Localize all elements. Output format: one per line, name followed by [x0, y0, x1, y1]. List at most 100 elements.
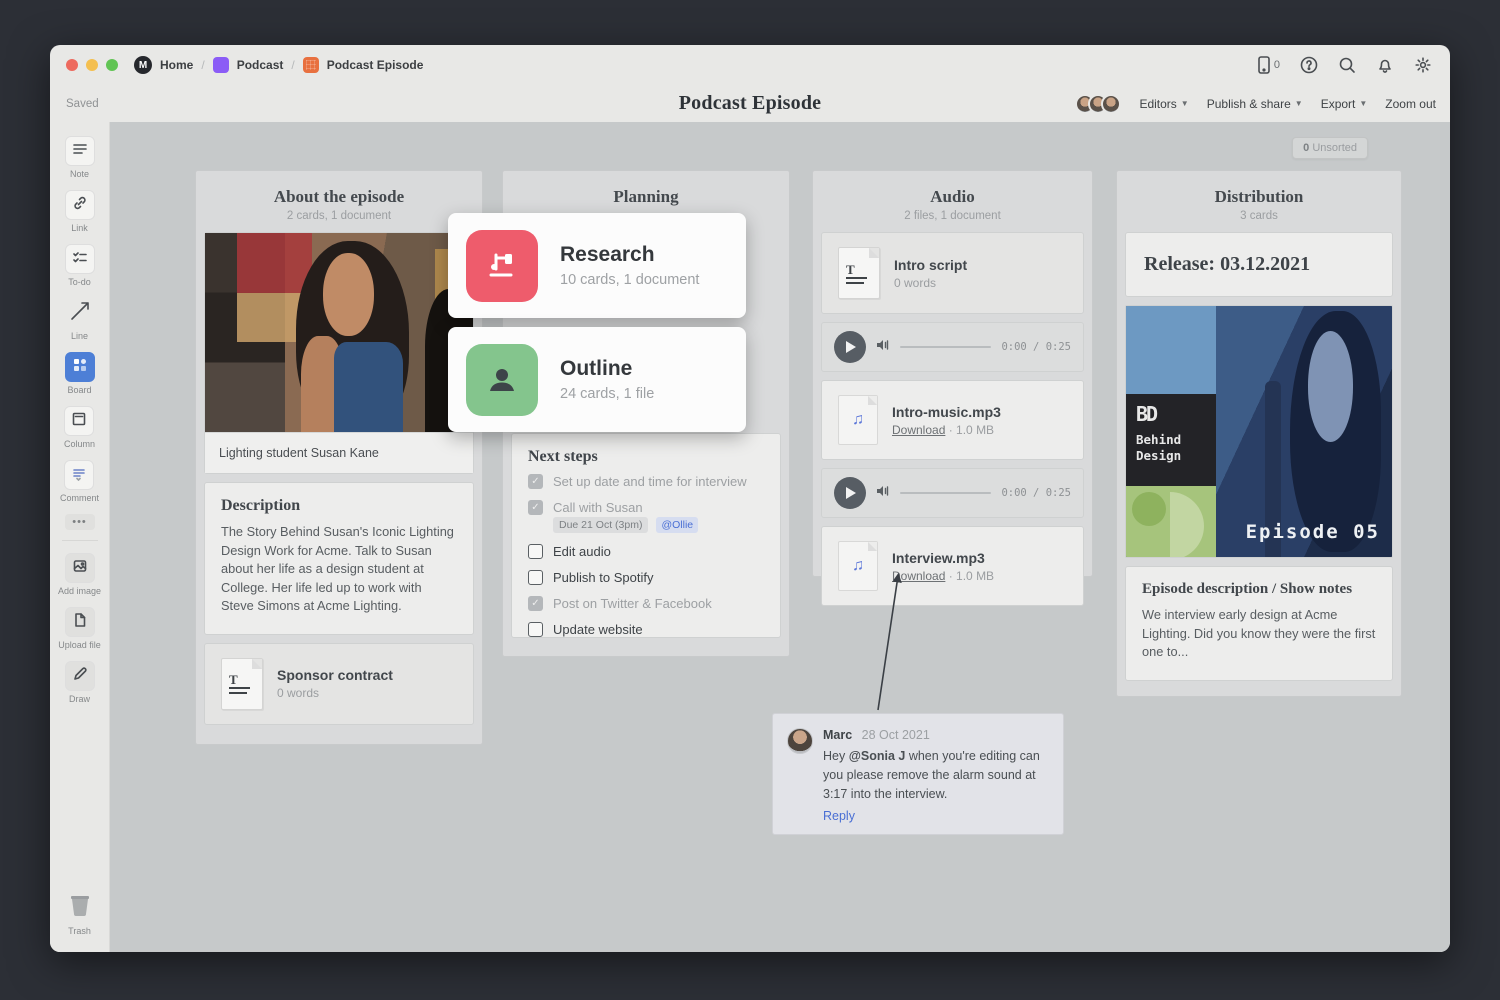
more-tools-button[interactable]: ••• [65, 514, 95, 530]
image-card-susan[interactable]: Lighting student Susan Kane [204, 232, 474, 474]
due-date-badge: Due 21 Oct (3pm) [553, 517, 648, 533]
note-card-release[interactable]: Release: 03.12.2021 [1125, 232, 1393, 297]
settings-gear-icon[interactable] [1414, 56, 1432, 74]
breadcrumb-home[interactable]: Home [160, 58, 193, 72]
sidebar-item-line[interactable]: Line [65, 298, 95, 341]
file-size: 1.0 MB [956, 569, 994, 583]
todo-icon [72, 249, 88, 270]
breadcrumb-separator: / [291, 58, 294, 72]
sidebar-item-comment[interactable]: Comment [60, 460, 99, 503]
add-image-icon [72, 558, 88, 579]
notifications-bell-icon[interactable] [1376, 56, 1394, 74]
sidebar-item-draw[interactable]: Draw [65, 661, 95, 704]
checkbox-checked[interactable]: ✓ [528, 474, 543, 489]
sidebar-item-column[interactable]: Column [64, 406, 95, 449]
download-link[interactable]: Download [892, 423, 945, 437]
note-card-show-notes[interactable]: Episode description / Show notes We inte… [1125, 566, 1393, 681]
traffic-lights[interactable] [66, 59, 118, 71]
checkbox-unchecked[interactable] [528, 544, 543, 559]
sidebar-item-link[interactable]: Link [65, 190, 95, 233]
volume-icon[interactable] [876, 338, 890, 357]
trash-icon [67, 892, 93, 923]
editors-menu[interactable]: Editors▼ [1139, 97, 1188, 111]
seek-bar[interactable] [900, 346, 991, 348]
seek-bar[interactable] [900, 492, 991, 494]
image-caption: Lighting student Susan Kane [205, 433, 473, 473]
reply-link[interactable]: Reply [823, 809, 1049, 823]
sidebar-item-board[interactable]: Board [65, 352, 95, 395]
player-time: 0:00 / 0:25 [1001, 341, 1071, 353]
column-subtitle: 2 files, 1 document [821, 210, 1084, 222]
document-meta: 0 words [277, 686, 393, 700]
todo-item[interactable]: ✓ Set up date and time for interview [528, 474, 764, 489]
board-header: Saved Podcast Episode Editors▼ Publish &… [50, 85, 1450, 122]
todo-item[interactable]: ✓ Post on Twitter & Facebook [528, 596, 764, 611]
app-logo-icon[interactable]: M [134, 56, 152, 74]
board-card-outline[interactable]: Outline 24 cards, 1 file [448, 327, 746, 432]
column-about-episode[interactable]: About the episode 2 cards, 1 document Li… [195, 170, 483, 745]
comment-author: Marc [823, 728, 852, 742]
play-button[interactable] [834, 331, 866, 363]
help-icon[interactable] [1300, 56, 1318, 74]
comment-card[interactable]: Marc 28 Oct 2021 Hey @Sonia J when you'r… [772, 713, 1064, 835]
connector-arrow[interactable] [865, 562, 925, 712]
person-icon [466, 344, 538, 416]
board-card-subtitle: 24 cards, 1 file [560, 386, 654, 402]
checkbox-unchecked[interactable] [528, 622, 543, 637]
zoom-out-button[interactable]: Zoom out [1385, 97, 1436, 111]
audio-player-interview[interactable]: 0:00 / 0:25 [821, 468, 1084, 518]
device-count: 0 [1274, 59, 1280, 71]
note-card-description[interactable]: Description The Story Behind Susan's Ico… [204, 482, 474, 635]
checkbox-unchecked[interactable] [528, 570, 543, 585]
publish-share-menu[interactable]: Publish & share▼ [1207, 97, 1303, 111]
todo-item[interactable]: Update website [528, 622, 764, 637]
board-card-subtitle: 10 cards, 1 document [560, 272, 699, 288]
sidebar-item-note[interactable]: Note [65, 136, 95, 179]
comment-mention[interactable]: @Sonia J [849, 749, 906, 763]
board-card-title: Outline [560, 357, 654, 381]
board-canvas[interactable]: 0 Unsorted About the episode 2 cards, 1 … [110, 122, 1450, 952]
sidebar-item-upload-file[interactable]: Upload file [58, 607, 101, 650]
sidebar-item-todo[interactable]: To-do [65, 244, 95, 287]
breadcrumb-podcast[interactable]: Podcast [237, 58, 284, 72]
episode-artwork[interactable]: Episode 05 BD Behind Design [1125, 305, 1393, 558]
todo-item[interactable]: Edit audio [528, 544, 764, 559]
app-window: M Home / Podcast / Podcast Episode 0 [50, 45, 1450, 952]
sidebar-item-add-image[interactable]: Add image [58, 553, 101, 596]
maximize-window-button[interactable] [106, 59, 118, 71]
device-sync-indicator[interactable]: 0 [1257, 56, 1280, 74]
todo-item[interactable]: ✓ Call with Susan [528, 500, 764, 515]
file-card-interview[interactable]: ♫ Interview.mp3 Download · 1.0 MB [821, 526, 1084, 606]
note-body: We interview early design at Acme Lighti… [1142, 606, 1376, 662]
audio-player-intro[interactable]: 0:00 / 0:25 [821, 322, 1084, 372]
board-card-research[interactable]: Research 10 cards, 1 document [448, 213, 746, 318]
breadcrumb-episode[interactable]: Podcast Episode [327, 58, 424, 72]
unsorted-badge[interactable]: 0 Unsorted [1292, 137, 1368, 159]
checkbox-checked[interactable]: ✓ [528, 500, 543, 515]
column-audio[interactable]: Audio 2 files, 1 document T Intro script… [812, 170, 1093, 577]
comment-icon [71, 465, 87, 486]
sidebar-item-trash[interactable]: Trash [67, 892, 93, 936]
minimize-window-button[interactable] [86, 59, 98, 71]
avatar-marc [787, 728, 813, 754]
susan-photo [205, 233, 473, 433]
document-card-sponsor-contract[interactable]: T Sponsor contract 0 words [204, 643, 474, 725]
column-distribution[interactable]: Distribution 3 cards Release: 03.12.2021… [1116, 170, 1402, 697]
editor-avatars[interactable] [1075, 94, 1121, 114]
file-card-intro-music[interactable]: ♫ Intro-music.mp3 Download · 1.0 MB [821, 380, 1084, 460]
todo-card-next-steps[interactable]: Next steps ✓ Set up date and time for in… [511, 433, 781, 638]
column-subtitle: 3 cards [1125, 210, 1393, 222]
release-date: Release: 03.12.2021 [1144, 253, 1374, 276]
player-time: 0:00 / 0:25 [1001, 487, 1071, 499]
document-card-intro-script[interactable]: T Intro script 0 words [821, 232, 1084, 314]
chevron-down-icon: ▼ [1359, 99, 1367, 108]
checkbox-checked[interactable]: ✓ [528, 596, 543, 611]
todo-item[interactable]: Publish to Spotify [528, 570, 764, 585]
play-button[interactable] [834, 477, 866, 509]
note-title: Episode description / Show notes [1142, 581, 1376, 598]
export-menu[interactable]: Export▼ [1321, 97, 1368, 111]
volume-icon[interactable] [876, 484, 890, 503]
search-icon[interactable] [1338, 56, 1356, 74]
close-window-button[interactable] [66, 59, 78, 71]
assignee-mention[interactable]: @Ollie [656, 517, 698, 533]
